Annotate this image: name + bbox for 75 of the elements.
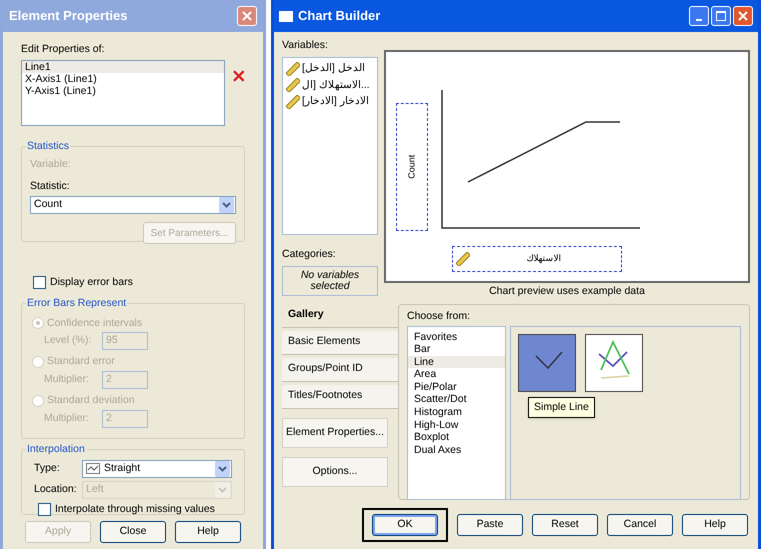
list-item[interactable]: Histogram bbox=[408, 406, 505, 419]
list-item[interactable]: Dual Axes bbox=[408, 444, 505, 456]
side-button[interactable]: Element Properties... bbox=[282, 418, 388, 448]
side-tab[interactable]: Titles/Footnotes bbox=[282, 384, 398, 409]
chart-thumbnail[interactable] bbox=[518, 334, 576, 392]
axis-label: Count bbox=[405, 154, 418, 179]
y-axis-drop-zone[interactable]: Count bbox=[396, 102, 428, 230]
dialog-button[interactable]: Paste bbox=[457, 514, 523, 536]
checkbox-label: Interpolate through missing values bbox=[55, 502, 215, 516]
ruler-icon bbox=[286, 95, 300, 110]
list-item[interactable]: Y-Axis1 (Line1) bbox=[22, 84, 224, 97]
field-label: Statistic: bbox=[30, 178, 71, 194]
maximize-button[interactable] bbox=[711, 6, 731, 26]
list-item[interactable]: الاستهلاك [ال... bbox=[302, 78, 370, 94]
field-label: Type: bbox=[34, 460, 61, 476]
dialog-button[interactable]: Reset bbox=[532, 514, 598, 536]
group-title: Error Bars Represent bbox=[26, 296, 128, 312]
window-title: Element Properties bbox=[9, 7, 128, 26]
dialog-button[interactable]: Help bbox=[682, 514, 748, 536]
window-title: Chart Builder bbox=[298, 7, 380, 26]
dialog-button[interactable]: Close bbox=[100, 521, 166, 543]
field-label: Categories: bbox=[282, 246, 337, 262]
statistic-dropdown[interactable]: Count bbox=[30, 196, 236, 214]
side-tab[interactable]: Basic Elements bbox=[282, 330, 398, 355]
list-item[interactable]: Favorites bbox=[408, 330, 505, 344]
close-icon bbox=[738, 11, 748, 21]
side-tab[interactable]: Groups/Point ID bbox=[282, 358, 398, 382]
field-label: Location: bbox=[34, 482, 78, 497]
delete-icon[interactable] bbox=[233, 70, 245, 82]
axis-label: الاستهلاك bbox=[526, 252, 562, 266]
dialog-button[interactable]: Cancel bbox=[607, 514, 673, 536]
checkbox-label: Display error bars bbox=[50, 274, 133, 290]
field-label: Level (%): bbox=[44, 333, 92, 348]
list-item[interactable]: Scatter/Dot bbox=[408, 393, 505, 406]
window-icon bbox=[279, 10, 293, 22]
field-label: Choose from: bbox=[407, 308, 472, 324]
empty-message: No variables selected bbox=[300, 270, 360, 292]
ruler-icon bbox=[456, 252, 470, 266]
list-item[interactable]: High-Low bbox=[408, 418, 505, 432]
list-item[interactable]: Line1 bbox=[22, 60, 224, 73]
list-item[interactable]: Boxplot bbox=[408, 431, 505, 444]
list-item[interactable]: Bar bbox=[408, 343, 505, 356]
field-label: Variable: bbox=[30, 156, 72, 172]
x-axis-drop-zone[interactable]: الاستهلاك bbox=[452, 246, 622, 272]
close-button[interactable] bbox=[237, 6, 257, 26]
list-item[interactable]: الدخل [الدخل] bbox=[302, 60, 365, 76]
ruler-icon bbox=[286, 62, 300, 76]
list-item[interactable]: Pie/Polar bbox=[408, 380, 505, 394]
tooltip: Simple Line bbox=[528, 396, 595, 418]
close-icon bbox=[242, 11, 252, 21]
field-label: Multiplier: bbox=[44, 410, 90, 426]
side-button[interactable]: Options... bbox=[282, 456, 388, 487]
minimize-button[interactable] bbox=[689, 6, 709, 26]
checkbox[interactable] bbox=[38, 502, 51, 516]
line-icon bbox=[86, 463, 100, 474]
checkbox[interactable] bbox=[33, 276, 46, 290]
list-item[interactable]: X-Axis1 (Line1) bbox=[22, 72, 224, 85]
list-item[interactable]: Area bbox=[408, 368, 505, 381]
dropdown-value: Straight bbox=[104, 460, 140, 476]
preview-caption: Chart preview uses example data bbox=[488, 284, 646, 299]
dialog-button[interactable]: Help bbox=[175, 521, 241, 543]
field-label: Variables: bbox=[282, 38, 329, 53]
radio-label: Standard error bbox=[47, 354, 115, 370]
field-label: Multiplier: bbox=[44, 372, 90, 388]
radio-label: Standard deviation bbox=[47, 393, 135, 408]
dialog-button[interactable]: OK bbox=[372, 514, 438, 536]
chart-thumbnail[interactable] bbox=[585, 334, 643, 392]
close-button[interactable] bbox=[733, 6, 753, 26]
list-item[interactable]: Line bbox=[408, 356, 505, 368]
list-item[interactable]: الادخار [الادخار] bbox=[302, 94, 369, 110]
group-title: Interpolation bbox=[26, 442, 86, 458]
radio-label: Confidence intervals bbox=[47, 316, 142, 330]
field-label: Edit Properties of: bbox=[21, 42, 106, 57]
ruler-icon bbox=[286, 78, 300, 92]
interpolation-dropdown[interactable]: Straight bbox=[82, 460, 232, 478]
